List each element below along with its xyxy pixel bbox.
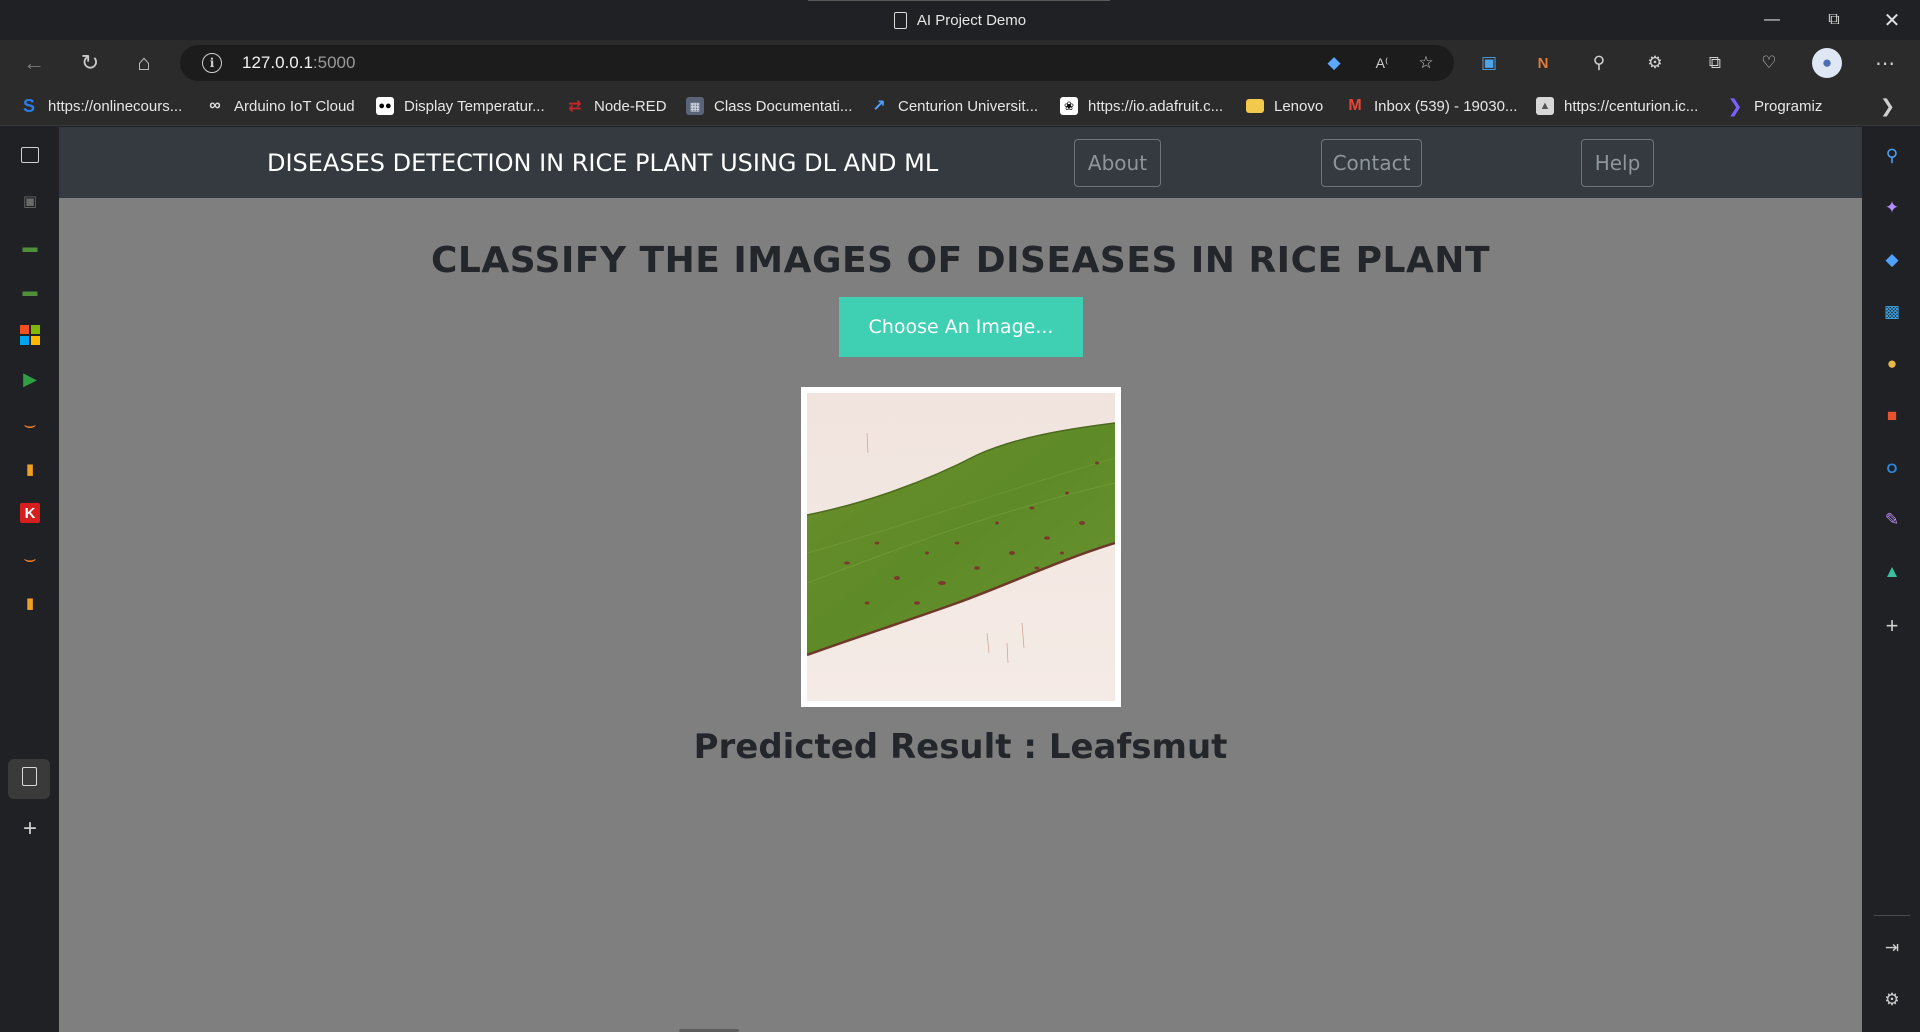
help-link[interactable]: Help: [1581, 139, 1654, 187]
add-sidebar-app-icon[interactable]: +: [1879, 613, 1905, 639]
screen-capture-icon[interactable]: ▣: [1476, 50, 1502, 76]
search-icon[interactable]: ⚲: [1879, 143, 1905, 169]
external-link-icon: ↗: [872, 98, 886, 115]
more-bookmarks-chevron-icon[interactable]: ❯: [1880, 94, 1895, 118]
add-favorite-icon[interactable]: ☆: [1414, 52, 1438, 74]
browser-toolbar: ← ↻ ⌂ i 127.0.0.1:5000 ◆ A⁽ ☆ ▣ N ⚲ ⚙ ⧉ …: [0, 40, 1920, 86]
coupon-tag-icon[interactable]: ◆: [1322, 52, 1346, 74]
bookmark-item[interactable]: ⇄ Node-RED: [566, 94, 666, 118]
outlook-icon[interactable]: O: [1879, 455, 1905, 481]
bookmark-item[interactable]: Shttps://onlinecours...: [20, 94, 182, 118]
tab-favicon-icon[interactable]: ▣: [18, 189, 42, 213]
bookmark-item[interactable]: ▲ https://centurion.ic...: [1536, 94, 1698, 118]
restore-button[interactable]: ⧉: [1806, 0, 1862, 40]
window-titlebar: AI Project Demo — ⧉ ✕: [0, 0, 1920, 40]
image-icon: ▲: [1536, 97, 1554, 115]
uploaded-image-preview: [801, 387, 1121, 707]
window-title-text: AI Project Demo: [916, 11, 1027, 29]
contact-link[interactable]: Contact: [1321, 139, 1422, 187]
settings-gear-icon[interactable]: ⚙: [1879, 987, 1905, 1013]
window-title: AI Project Demo: [0, 0, 1920, 40]
programiz-icon: ❯: [1727, 95, 1743, 116]
edge-sidebar: ⚲ ✦ ◆ ▩ ● ■ O ✎ ▲ + ⇥ ⚙: [1862, 127, 1920, 1032]
site-brand[interactable]: DISEASES DETECTION IN RICE PLANT USING D…: [267, 149, 938, 177]
prediction-result: Predicted Result : Leafsmut: [693, 727, 1228, 767]
s-logo-icon: S: [22, 95, 35, 116]
page-viewport: DISEASES DETECTION IN RICE PLANT USING D…: [59, 127, 1862, 1032]
rice-leaf-image: [807, 393, 1115, 701]
games-icon[interactable]: ●: [1879, 351, 1905, 377]
bookmark-item[interactable]: Lenovo: [1246, 94, 1323, 118]
search-lens-icon[interactable]: ⚲: [1586, 50, 1612, 76]
bookmark-item[interactable]: ●● Display Temperatur...: [376, 94, 545, 118]
choose-image-button[interactable]: Choose An Image...: [839, 297, 1083, 357]
tree-icon[interactable]: ▲: [1879, 559, 1905, 585]
more-menu-icon[interactable]: ⋯: [1872, 50, 1898, 76]
site-info-icon[interactable]: i: [202, 53, 222, 73]
browser-essentials-icon[interactable]: ♡: [1756, 50, 1782, 76]
favorites-bar: Shttps://onlinecours... ∞ Arduino IoT Clo…: [0, 86, 1920, 126]
about-link[interactable]: About: [1074, 139, 1161, 187]
home-button[interactable]: ⌂: [126, 46, 162, 80]
url-text[interactable]: 127.0.0.1:5000: [242, 53, 355, 73]
extension-n-icon[interactable]: N: [1530, 50, 1556, 76]
bookmark-item[interactable]: ∞ Arduino IoT Cloud: [206, 94, 354, 118]
read-aloud-icon[interactable]: A⁽: [1370, 52, 1394, 74]
bookmark-item[interactable]: M Inbox (539) - 19030...: [1346, 94, 1517, 118]
address-bar[interactable]: i 127.0.0.1:5000 ◆ A⁽ ☆: [180, 45, 1454, 81]
hide-sidebar-icon[interactable]: ⇥: [1879, 935, 1905, 961]
refresh-button[interactable]: ↻: [72, 46, 108, 80]
office-icon[interactable]: ■: [1879, 403, 1905, 429]
tab-actions-icon[interactable]: [21, 147, 39, 163]
site-navbar: DISEASES DETECTION IN RICE PLANT USING D…: [59, 127, 1862, 198]
medium-icon: ●●: [376, 97, 394, 115]
bookmark-item[interactable]: ❯ Programiz: [1726, 94, 1822, 118]
profile-avatar[interactable]: ●: [1812, 48, 1842, 78]
jupyter-tab-icon[interactable]: ⌣: [18, 413, 42, 437]
document-icon: [893, 11, 907, 29]
tab-favicon-icon[interactable]: ▬: [18, 279, 42, 303]
infinity-icon: ∞: [209, 97, 221, 114]
book-icon: ▦: [686, 97, 704, 115]
tools-briefcase-icon[interactable]: ▩: [1879, 299, 1905, 325]
extensions-icon[interactable]: ⚙: [1642, 50, 1668, 76]
document-tab-icon[interactable]: [22, 767, 37, 786]
minimize-button[interactable]: —: [1744, 0, 1800, 40]
notebook-tab-icon[interactable]: ▮: [18, 591, 42, 615]
adafruit-icon: ❀: [1060, 97, 1078, 115]
bookmark-item[interactable]: ↗ Centurion Universit...: [870, 94, 1038, 118]
bookmark-item[interactable]: ❀ https://io.adafruit.c...: [1060, 94, 1223, 118]
gmail-icon: M: [1348, 97, 1362, 114]
shopping-tag-icon[interactable]: ◆: [1879, 247, 1905, 273]
k-tab-icon[interactable]: K: [20, 503, 40, 523]
collections-icon[interactable]: ⧉: [1702, 50, 1728, 76]
jupyter-tab-icon[interactable]: ⌣: [18, 547, 42, 571]
new-tab-plus-icon[interactable]: +: [18, 815, 42, 842]
microsoft-tab-icon[interactable]: [18, 323, 42, 347]
page-heading: CLASSIFY THE IMAGES OF DISEASES IN RICE …: [431, 240, 1490, 281]
copilot-sparkle-icon[interactable]: ✦: [1879, 195, 1905, 221]
tab-favicon-icon[interactable]: ▬: [18, 235, 42, 259]
folder-icon: [1246, 99, 1264, 113]
send-tab-icon[interactable]: ▶: [18, 367, 42, 391]
back-button[interactable]: ←: [16, 46, 52, 80]
bookmark-item[interactable]: ▦ Class Documentati...: [686, 94, 852, 118]
notebook-tab-icon[interactable]: ▮: [18, 457, 42, 481]
node-red-icon: ⇄: [568, 98, 582, 115]
designer-icon[interactable]: ✎: [1879, 507, 1905, 533]
close-button[interactable]: ✕: [1864, 0, 1920, 40]
sidebar-divider: [1874, 915, 1910, 916]
vertical-tabs-sidebar: ▣ ▬ ▬ ▶ ⌣ ▮ K ⌣ ▮ +: [0, 127, 59, 1032]
